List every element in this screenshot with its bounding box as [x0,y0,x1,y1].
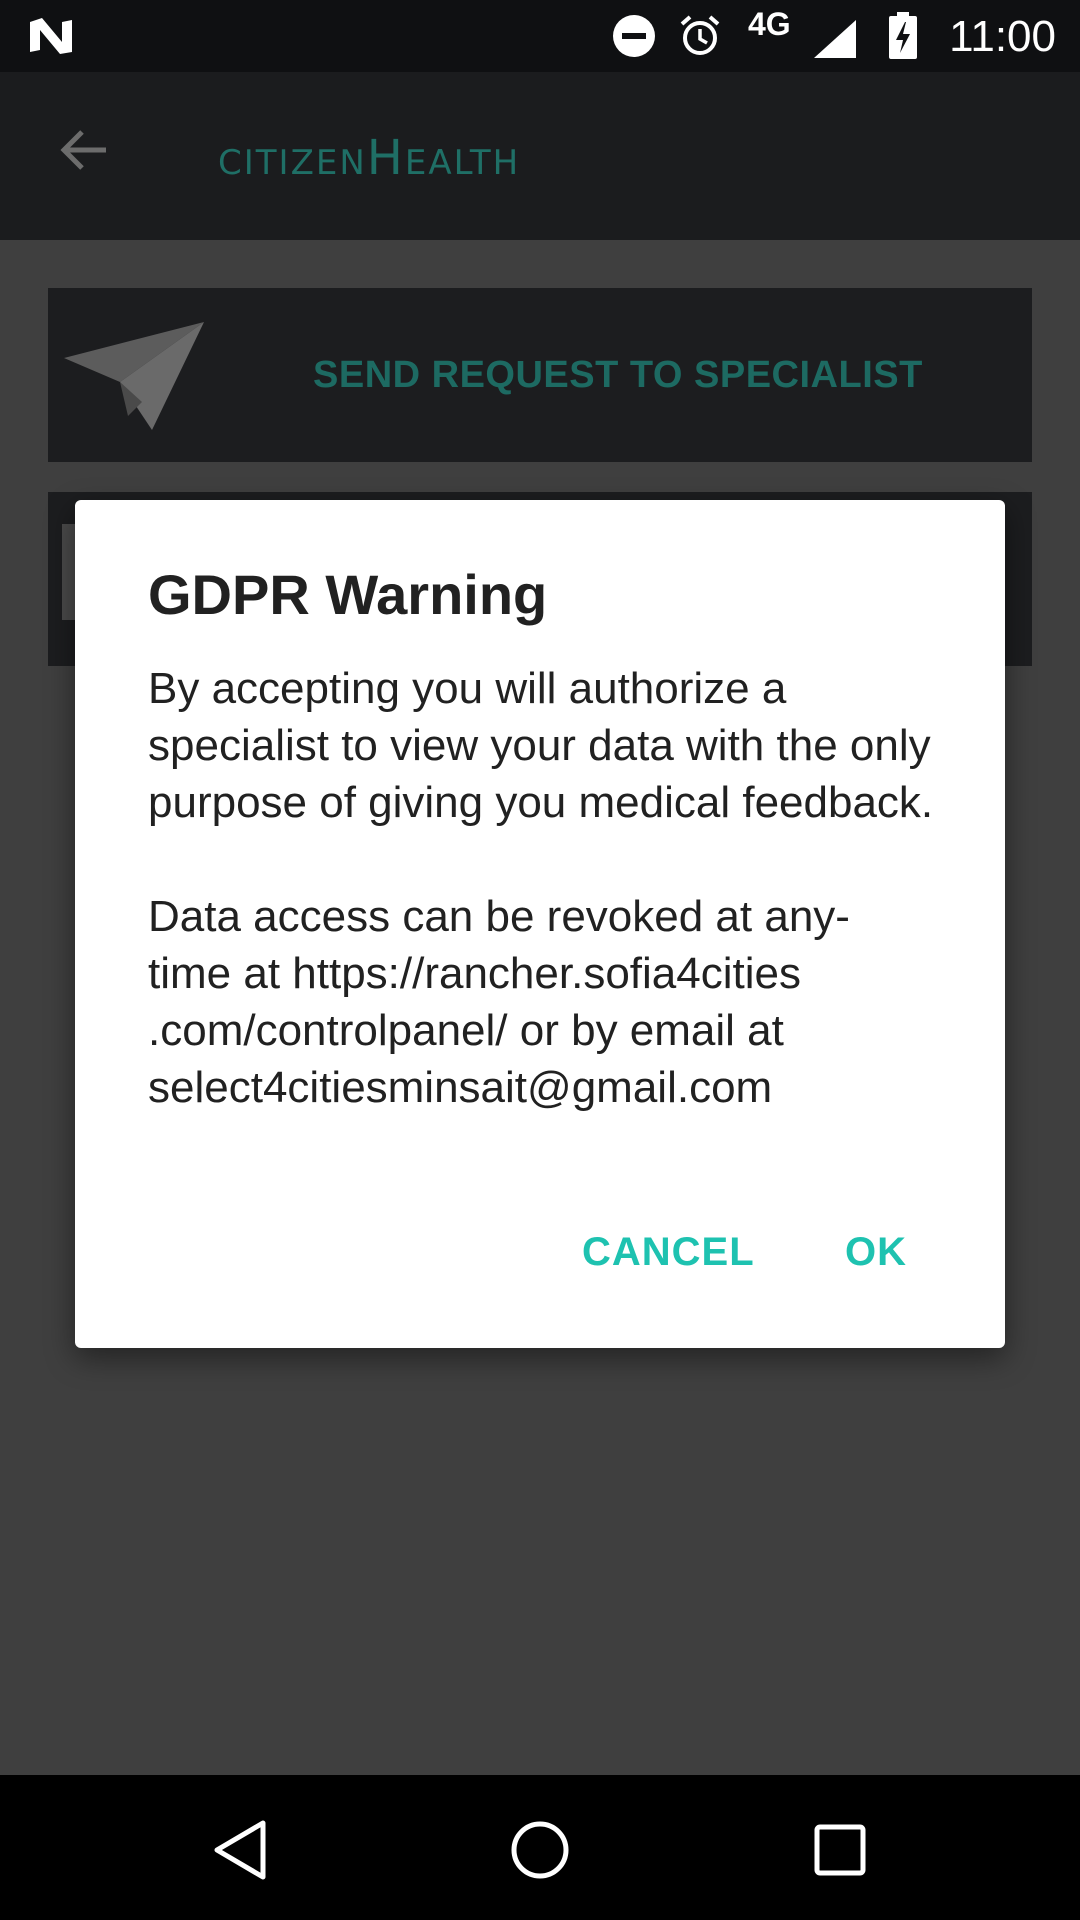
n-logo-icon [30,18,72,54]
navigation-bar [0,1775,1080,1920]
dialog-title: GDPR Warning [148,563,548,626]
back-triangle-icon[interactable] [205,1815,275,1885]
network-type: 4G [748,6,791,42]
recents-square-icon[interactable] [805,1815,875,1885]
app-bar: citizenHealth [0,72,1080,240]
dialog-paragraph-2-line: time at https://rancher.sofia4cities [148,949,801,998]
dialog-body: By accepting you will authorize a specia… [148,660,948,1116]
dialog-paragraph-2-line: Data access can be revoked at any- [148,892,850,941]
dialog-paragraph-2-line: select4citiesminsait@gmail.com [148,1063,773,1112]
send-request-card[interactable]: SEND REQUEST TO SPECIALIST [48,288,1032,462]
ok-button[interactable]: OK [845,1230,907,1275]
alarm-icon [680,15,720,55]
clock: 11:00 [949,12,1056,61]
send-request-label: SEND REQUEST TO SPECIALIST [313,354,923,396]
gdpr-dialog: GDPR Warning By accepting you will autho… [75,500,1005,1348]
status-bar: 4G 11:00 [0,0,1080,72]
battery-charging-icon [889,12,917,59]
app-title: citizenHealth [218,130,521,186]
signal-icon [814,20,856,58]
paper-plane-icon [64,322,204,430]
cancel-button[interactable]: CANCEL [582,1230,755,1275]
dialog-paragraph-1: By accepting you will authorize a specia… [148,664,934,827]
arrow-back-icon[interactable] [56,122,112,178]
do-not-disturb-icon [613,15,655,57]
dialog-paragraph-2-line: .com/controlpanel/ or by email at [148,1006,784,1055]
home-circle-icon[interactable] [505,1815,575,1885]
